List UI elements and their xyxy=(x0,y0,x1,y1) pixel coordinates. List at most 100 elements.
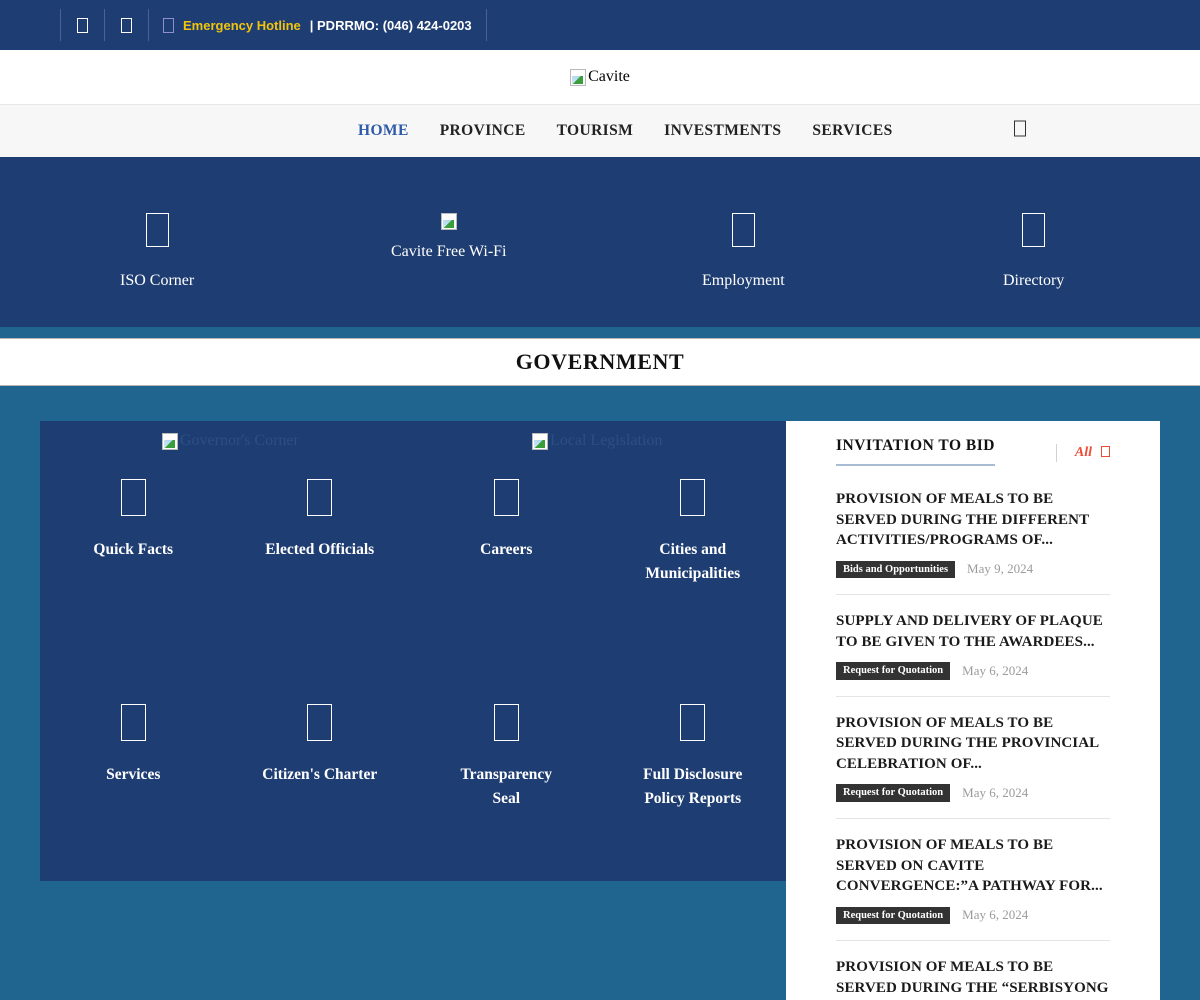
govt-link-elected-officials[interactable]: Elected Officials xyxy=(227,479,414,592)
broken-image-icon xyxy=(532,432,548,450)
nav-item-province[interactable]: PROVINCE xyxy=(440,122,526,140)
bid-category-badge[interactable]: Request for Quotation xyxy=(836,662,951,680)
quick-link-iso-corner[interactable]: ISO Corner xyxy=(120,213,194,292)
government-banners: Governor's Corner Local Legislation xyxy=(40,421,786,463)
social-link-twitter[interactable] xyxy=(105,9,149,41)
nav-item-investments[interactable]: INVESTMENTS xyxy=(664,122,781,140)
map-icon xyxy=(680,479,706,521)
govt-link-label: Full Disclosure Policy Reports xyxy=(643,766,743,808)
govt-link-transparency-seal[interactable]: Transparency Seal xyxy=(413,704,600,817)
info-icon xyxy=(120,479,146,521)
bid-list-item: PROVISION OF MEALS TO BE SERVED DURING T… xyxy=(836,697,1110,820)
banner-alt-text: Governor's Corner xyxy=(180,432,299,449)
facebook-icon xyxy=(77,17,88,33)
services-icon xyxy=(120,704,146,746)
section-title-bar: GOVERNMENT xyxy=(0,338,1200,386)
govt-link-label: Quick Facts xyxy=(93,541,174,558)
bid-title[interactable]: PROVISION OF MEALS TO BE SERVED DURING T… xyxy=(836,957,1110,998)
govt-link-citizens-charter[interactable]: Citizen's Charter xyxy=(227,704,414,817)
bid-list-item: PROVISION OF MEALS TO BE SERVED ON CAVIT… xyxy=(836,819,1110,942)
banner-alt-text: Local Legislation xyxy=(550,432,663,449)
bid-list-item: PROVISION OF MEALS TO BE SERVED DURING T… xyxy=(836,941,1110,1000)
report-icon xyxy=(680,704,706,746)
bid-category-badge[interactable]: Request for Quotation xyxy=(836,784,951,803)
govt-link-label: Cities and Municipalities xyxy=(645,541,741,583)
bid-date: May 6, 2024 xyxy=(962,663,1029,679)
nav-item-tourism[interactable]: TOURISM xyxy=(557,122,634,140)
bid-category-badge[interactable]: Request for Quotation xyxy=(836,906,951,925)
bid-list-item: SUPPLY AND DELIVERY OF PLAQUE TO BE GIVE… xyxy=(836,595,1110,697)
broken-image-icon xyxy=(162,432,178,450)
hotline-number: | PDRRMO: (046) 424-0203 xyxy=(309,17,472,33)
main-navigation: HOME PROVINCE TOURISM INVESTMENTS SERVIC… xyxy=(0,105,1200,160)
hotline-label: Emergency Hotline xyxy=(183,17,301,33)
page-title: GOVERNMENT xyxy=(515,349,685,374)
broken-image-icon xyxy=(570,68,587,86)
govt-link-label: Citizen's Charter xyxy=(262,766,378,783)
quick-link-label: Directory xyxy=(1003,272,1065,289)
users-icon xyxy=(307,479,333,521)
charter-icon xyxy=(307,704,333,746)
bid-date: May 6, 2024 xyxy=(962,785,1029,801)
search-icon xyxy=(1014,120,1026,137)
social-link-facebook[interactable] xyxy=(60,9,105,41)
bid-list-item: PROVISION OF MEALS TO BE SERVED DURING T… xyxy=(836,473,1110,596)
bid-meta: Bids and Opportunities May 9, 2024 xyxy=(836,560,1110,579)
briefcase-icon xyxy=(731,213,755,252)
bid-meta: Request for Quotation May 6, 2024 xyxy=(836,784,1110,803)
seal-icon xyxy=(493,704,519,746)
banner-local-legislation[interactable]: Local Legislation xyxy=(532,432,662,450)
bid-title[interactable]: SUPPLY AND DELIVERY OF PLAQUE TO BE GIVE… xyxy=(836,611,1110,652)
banner-governors-corner[interactable]: Governor's Corner xyxy=(162,432,299,450)
bids-view-all: All xyxy=(1055,444,1110,462)
bid-meta: Request for Quotation May 6, 2024 xyxy=(836,662,1110,680)
govt-link-label: Services xyxy=(106,766,161,783)
govt-link-careers[interactable]: Careers xyxy=(413,479,600,592)
view-all-link[interactable]: All xyxy=(1075,445,1092,461)
site-logo-alt: Cavite xyxy=(588,68,630,85)
govt-link-quick-facts[interactable]: Quick Facts xyxy=(40,479,227,592)
quick-link-label: Employment xyxy=(702,272,785,289)
arrow-right-icon[interactable] xyxy=(1101,444,1110,462)
govt-link-services[interactable]: Services xyxy=(40,704,227,817)
nav-item-services[interactable]: SERVICES xyxy=(812,122,892,140)
bids-panel-title: INVITATION TO BID xyxy=(836,437,995,466)
bid-title[interactable]: PROVISION OF MEALS TO BE SERVED DURING T… xyxy=(836,713,1110,775)
directory-icon xyxy=(1022,213,1046,252)
site-logo[interactable]: Cavite xyxy=(570,68,630,86)
phone-icon xyxy=(163,17,174,33)
bid-title[interactable]: PROVISION OF MEALS TO BE SERVED DURING T… xyxy=(836,489,1110,551)
top-utility-bar: Emergency Hotline | PDRRMO: (046) 424-02… xyxy=(0,0,1200,50)
quick-link-employment[interactable]: Employment xyxy=(702,213,785,292)
govt-link-full-disclosure-policy-reports[interactable]: Full Disclosure Policy Reports xyxy=(600,704,787,817)
govt-link-label: Elected Officials xyxy=(265,541,375,558)
government-card: Governor's Corner Local Legislation Quic… xyxy=(40,421,786,881)
government-links-grid: Quick Facts Elected Officials Careers Ci… xyxy=(40,463,786,817)
nav-item-list: HOME PROVINCE TOURISM INVESTMENTS SERVIC… xyxy=(358,122,893,140)
bid-meta: Request for Quotation May 6, 2024 xyxy=(836,906,1110,925)
government-grid-row: Quick Facts Elected Officials Careers Ci… xyxy=(40,479,786,592)
bid-title[interactable]: PROVISION OF MEALS TO BE SERVED ON CAVIT… xyxy=(836,835,1110,897)
bid-date: May 6, 2024 xyxy=(962,907,1029,923)
government-grid-row: Services Citizen's Charter Transparency … xyxy=(40,704,786,817)
invitation-to-bid-panel: INVITATION TO BID All PROVISION OF MEALS… xyxy=(786,421,1160,1000)
nav-item-home[interactable]: HOME xyxy=(358,122,409,140)
quick-link-directory[interactable]: Directory xyxy=(1003,213,1064,292)
search-button[interactable] xyxy=(1014,120,1026,142)
content-section: Governor's Corner Local Legislation Quic… xyxy=(0,386,1200,1000)
site-header: Cavite xyxy=(0,50,1200,105)
broken-image-icon xyxy=(440,213,457,230)
bid-date: May 9, 2024 xyxy=(967,561,1034,577)
certificate-icon xyxy=(145,213,169,252)
bid-category-badge[interactable]: Bids and Opportunities xyxy=(836,560,956,579)
govt-link-label: Transparency Seal xyxy=(460,766,553,808)
quick-link-label: Cavite Free Wi-Fi xyxy=(391,243,507,260)
govt-link-cities-and-municipalities[interactable]: Cities and Municipalities xyxy=(600,479,787,592)
quick-links-band: ISO Corner Cavite Free Wi-Fi Employment … xyxy=(0,160,1200,338)
govt-link-label: Careers xyxy=(480,541,533,558)
twitter-icon xyxy=(121,17,132,33)
briefcase-icon xyxy=(493,479,519,521)
wifi-image xyxy=(440,213,457,230)
emergency-hotline[interactable]: Emergency Hotline | PDRRMO: (046) 424-02… xyxy=(149,9,487,41)
quick-link-cavite-free-wifi[interactable]: Cavite Free Wi-Fi xyxy=(391,213,506,263)
